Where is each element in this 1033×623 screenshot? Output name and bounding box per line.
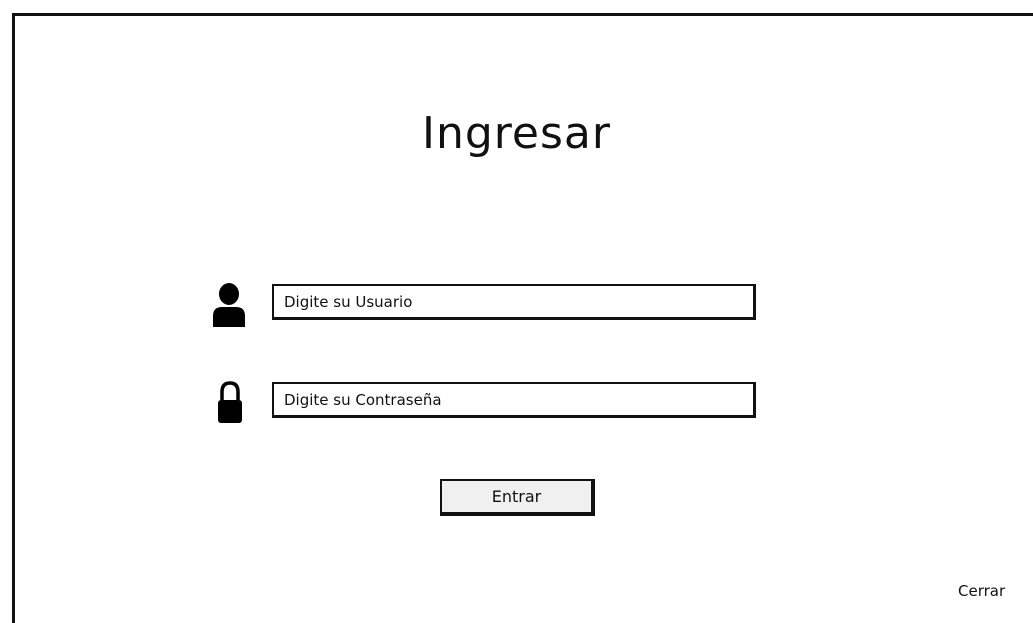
entrar-button[interactable]: Entrar [440, 479, 595, 516]
close-link[interactable]: Cerrar [958, 582, 1005, 600]
password-input[interactable] [272, 382, 756, 418]
username-input[interactable] [272, 284, 756, 320]
page-title: Ingresar [422, 108, 611, 159]
lock-icon [218, 381, 242, 423]
user-icon [213, 283, 245, 327]
